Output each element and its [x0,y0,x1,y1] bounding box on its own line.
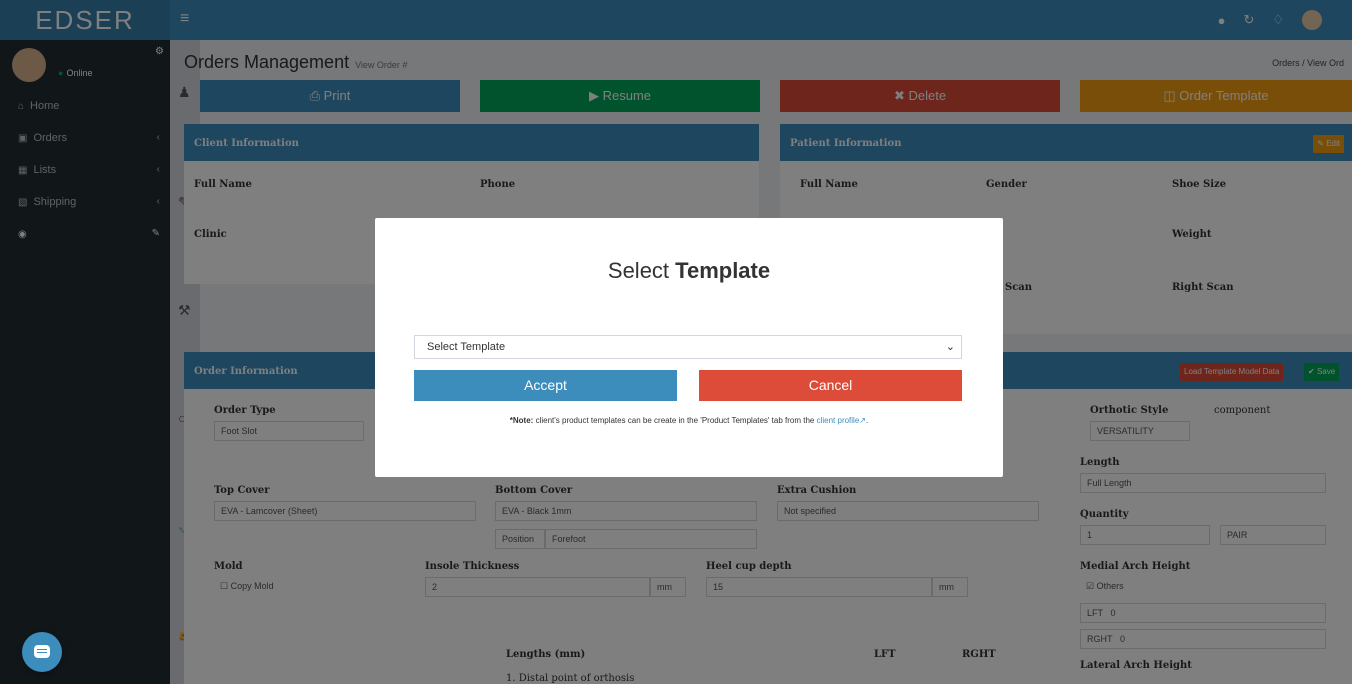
chevron-down-icon: ⌄ [945,341,955,353]
select-template-modal: Select Template Select Template ⌄ Accept… [375,218,1003,477]
chat-launcher-button[interactable] [22,632,62,672]
note-text: client's product templates can be create… [533,416,817,425]
modal-note: *Note: client's product templates can be… [509,416,869,425]
modal-title: Select Template [375,258,1003,284]
accept-button[interactable]: Accept [414,370,677,401]
chat-icon [34,645,50,658]
external-link-icon[interactable]: ↗ [859,416,866,425]
note-prefix: *Note: [509,416,534,425]
modal-title-bold: Template [675,258,771,283]
cancel-button[interactable]: Cancel [699,370,962,401]
modal-title-prefix: Select [607,258,676,283]
template-select[interactable]: Select Template ⌄ [414,335,962,359]
client-profile-link[interactable]: client profile [817,416,860,425]
template-select-value: Select Template [427,341,506,353]
